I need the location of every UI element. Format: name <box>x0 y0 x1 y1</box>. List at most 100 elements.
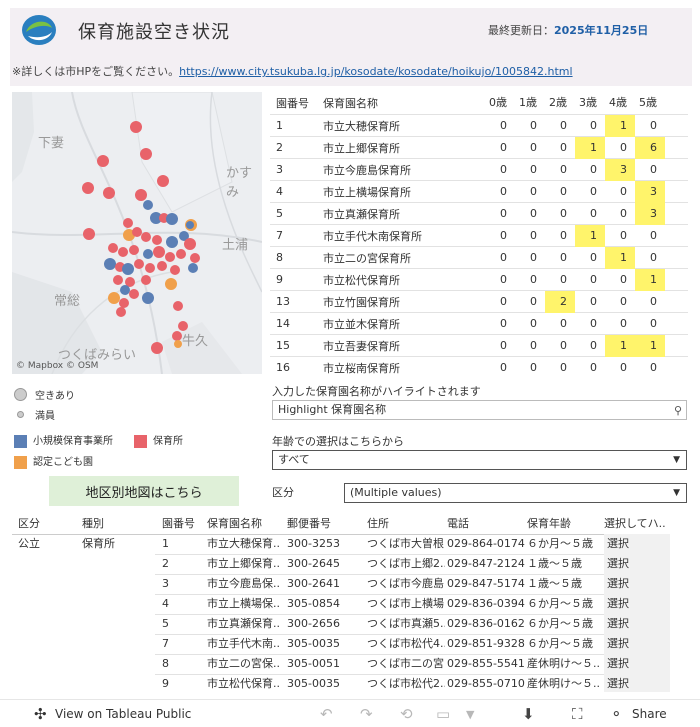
pause-icon[interactable]: ▭ <box>436 705 450 723</box>
table-row[interactable]: 7 市立手代木南保育所 0 0 0 1 0 0 <box>270 224 688 247</box>
vacancy-count-age2[interactable]: 0 <box>545 247 575 269</box>
vacancy-count-age3[interactable]: 0 <box>575 269 605 291</box>
legend-kodomoen[interactable]: 認定こども園 <box>14 453 93 469</box>
table-row[interactable]: 3 市立今鹿島保育所 0 0 0 0 3 0 <box>270 158 688 181</box>
view-on-tableau-link[interactable]: View on Tableau Public <box>55 707 191 721</box>
vacancy-count-age2[interactable]: 2 <box>545 290 575 313</box>
vacancy-count-age2[interactable]: 0 <box>545 115 575 137</box>
vacancy-count-age0[interactable]: 0 <box>485 115 515 137</box>
table-row[interactable]: 15 市立吾妻保育所 0 0 0 0 1 1 <box>270 334 688 357</box>
vacancy-count-age2[interactable]: 0 <box>545 313 575 335</box>
vacancy-count-age1[interactable]: 0 <box>515 225 545 247</box>
header-age3[interactable]: 3歳 <box>575 92 605 114</box>
vacancy-count-age4[interactable]: 1 <box>605 246 635 269</box>
vacancy-count-age2[interactable]: 0 <box>545 335 575 357</box>
vacancy-count-age4[interactable]: 0 <box>605 225 635 247</box>
select-cell[interactable]: 選択 <box>604 554 670 574</box>
vacancy-count-age0[interactable]: 0 <box>485 203 515 225</box>
select-cell[interactable]: 選択 <box>604 674 670 692</box>
select-cell[interactable]: 選択 <box>604 634 670 654</box>
table-row[interactable]: 4 市立上横場保育所 0 0 0 0 0 3 <box>270 180 688 203</box>
vacancy-count-age1[interactable]: 0 <box>515 137 545 159</box>
vacancy-count-age4[interactable]: 0 <box>605 203 635 225</box>
vacancy-count-age5[interactable]: 0 <box>635 225 665 247</box>
detail-header-no[interactable]: 園番号 <box>162 514 195 534</box>
header-age2[interactable]: 2歳 <box>545 92 575 114</box>
vacancy-count-age4[interactable]: 3 <box>605 158 635 181</box>
vacancy-count-age5[interactable]: 0 <box>635 247 665 269</box>
fullscreen-icon[interactable]: ⛶ <box>572 705 583 723</box>
osm-credit[interactable]: © OSM <box>66 361 98 371</box>
share-icon[interactable]: ⚬ <box>610 705 623 723</box>
nursery-map[interactable]: 下妻 かすみ 土浦 常総 牛久 つくばみらい © Mapbox © OSM <box>12 92 262 374</box>
revert-icon[interactable]: ⟲ <box>400 705 413 723</box>
table-row[interactable]: 5 市立真瀬保育所 0 0 0 0 0 3 <box>270 202 688 225</box>
vacancy-count-age4[interactable]: 1 <box>605 334 635 357</box>
city-hp-link[interactable]: https://www.city.tsukuba.lg.jp/kosodate/… <box>179 65 572 78</box>
detail-header-age-range[interactable]: 保育年齢 <box>527 514 571 534</box>
vacancy-count-age1[interactable]: 0 <box>515 247 545 269</box>
vacancy-count-age5[interactable]: 0 <box>635 291 665 313</box>
select-cell[interactable]: 選択 <box>604 654 670 674</box>
detail-header-zip[interactable]: 郵便番号 <box>287 514 331 534</box>
vacancy-count-age1[interactable]: 0 <box>515 159 545 181</box>
chevron-down-icon[interactable]: ▼ <box>466 708 474 721</box>
detail-header-address[interactable]: 住所 <box>367 514 389 534</box>
vacancy-count-age3[interactable]: 0 <box>575 247 605 269</box>
district-filter-dropdown[interactable]: (Multiple values) ▼ <box>344 483 687 503</box>
table-row[interactable]: 9 市立松代保育所 0 0 0 0 0 1 <box>270 268 688 291</box>
vacancy-count-age2[interactable]: 0 <box>545 225 575 247</box>
vacancy-count-age4[interactable]: 0 <box>605 291 635 313</box>
legend-nursery[interactable]: 保育所 <box>134 432 183 448</box>
vacancy-count-age2[interactable]: 0 <box>545 181 575 203</box>
vacancy-count-age5[interactable]: 0 <box>635 159 665 181</box>
detail-header-type[interactable]: 種別 <box>82 514 104 534</box>
vacancy-count-age3[interactable]: 0 <box>575 291 605 313</box>
vacancy-count-age0[interactable]: 0 <box>485 225 515 247</box>
vacancy-count-age3[interactable]: 0 <box>575 313 605 335</box>
vacancy-count-age5[interactable]: 0 <box>635 115 665 137</box>
vacancy-count-age3[interactable]: 1 <box>575 136 605 159</box>
vacancy-count-age3[interactable]: 0 <box>575 159 605 181</box>
vacancy-count-age1[interactable]: 0 <box>515 269 545 291</box>
vacancy-count-age0[interactable]: 0 <box>485 247 515 269</box>
table-row[interactable]: 13 市立竹園保育所 0 0 2 0 0 0 <box>270 290 688 313</box>
vacancy-count-age5[interactable]: 0 <box>635 357 665 375</box>
vacancy-count-age4[interactable]: 1 <box>605 114 635 137</box>
download-icon[interactable]: ⬇ <box>522 705 535 723</box>
header-no[interactable]: 園番号 <box>270 95 317 111</box>
table-row[interactable]: 16 市立桜南保育所 0 0 0 0 0 0 <box>270 356 688 374</box>
table-row[interactable]: 14 市立並木保育所 0 0 0 0 0 0 <box>270 312 688 334</box>
vacancy-count-age1[interactable]: 0 <box>515 115 545 137</box>
vacancy-count-age3[interactable]: 0 <box>575 181 605 203</box>
vacancy-count-age3[interactable]: 0 <box>575 335 605 357</box>
vacancy-count-age5[interactable]: 1 <box>635 268 665 291</box>
legend-small-scale[interactable]: 小規模保育事業所 <box>14 432 113 448</box>
vacancy-count-age0[interactable]: 0 <box>485 357 515 375</box>
vacancy-count-age5[interactable]: 0 <box>635 313 665 335</box>
detail-header-phone[interactable]: 電話 <box>447 514 469 534</box>
header-age4[interactable]: 4歳 <box>605 92 635 114</box>
vacancy-count-age3[interactable]: 1 <box>575 224 605 247</box>
vacancy-count-age5[interactable]: 3 <box>635 180 665 203</box>
undo-icon[interactable]: ↶ <box>320 705 333 723</box>
select-cell[interactable]: 選択 <box>604 614 670 634</box>
vacancy-count-age3[interactable]: 0 <box>575 357 605 375</box>
table-row[interactable]: 1 市立大穂保育所 0 0 0 0 1 0 <box>270 114 688 137</box>
header-age0[interactable]: 0歳 <box>485 92 515 114</box>
vacancy-count-age3[interactable]: 0 <box>575 203 605 225</box>
vacancy-count-age1[interactable]: 0 <box>515 181 545 203</box>
vacancy-count-age4[interactable]: 0 <box>605 269 635 291</box>
redo-icon[interactable]: ↷ <box>360 705 373 723</box>
vacancy-count-age5[interactable]: 6 <box>635 136 665 159</box>
vacancy-count-age2[interactable]: 0 <box>545 357 575 375</box>
vacancy-count-age4[interactable]: 0 <box>605 313 635 335</box>
header-age1[interactable]: 1歳 <box>515 92 545 114</box>
vacancy-count-age5[interactable]: 3 <box>635 202 665 225</box>
vacancy-count-age1[interactable]: 0 <box>515 203 545 225</box>
vacancy-count-age5[interactable]: 1 <box>635 334 665 357</box>
table-row[interactable]: 8 市立二の宮保育所 0 0 0 0 1 0 <box>270 246 688 269</box>
vacancy-count-age1[interactable]: 0 <box>515 313 545 335</box>
vacancy-count-age2[interactable]: 0 <box>545 137 575 159</box>
vacancy-count-age4[interactable]: 0 <box>605 357 635 375</box>
